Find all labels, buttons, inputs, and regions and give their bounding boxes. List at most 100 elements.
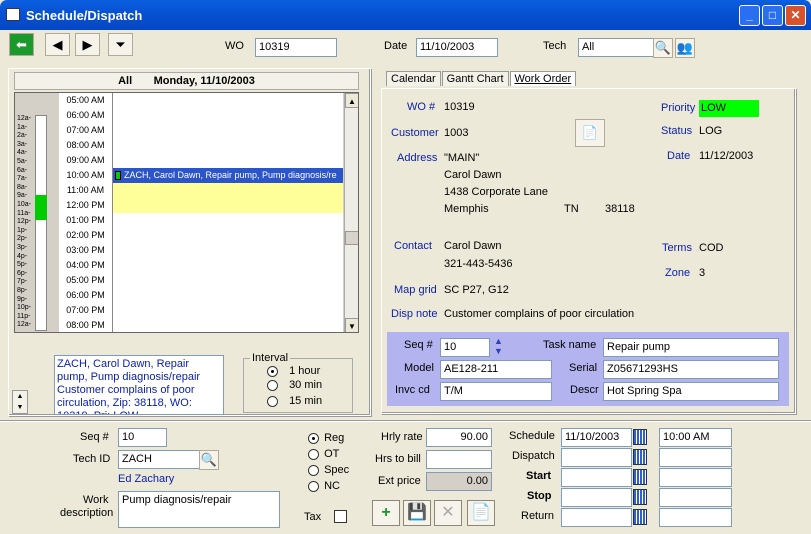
schedule-date-input[interactable]: 11/10/2003 [561, 428, 632, 447]
schedule-cell[interactable] [113, 318, 343, 332]
scroll-up-icon[interactable]: ▲ [345, 93, 358, 108]
task-seq-spinner[interactable]: ▲ ▼ [494, 336, 503, 356]
schedule-calendar-icon[interactable] [633, 429, 647, 445]
start-calendar-icon[interactable] [633, 469, 647, 485]
wo-input[interactable]: 10319 [255, 38, 337, 57]
schedule-time-input[interactable]: 10:00 AM [659, 428, 732, 447]
back-green-button[interactable]: ⬅ [9, 33, 34, 56]
schedule-row[interactable]: 07:00 AM [59, 123, 343, 138]
rate-ot[interactable]: OT [308, 448, 339, 460]
customer-label[interactable]: Customer [391, 127, 439, 139]
start-date-input[interactable] [561, 468, 632, 487]
schedule-row[interactable]: 07:00 PM [59, 303, 343, 318]
schedule-cell[interactable] [113, 123, 343, 138]
dispatch-calendar-icon[interactable] [633, 449, 647, 465]
date-input[interactable]: 11/10/2003 [416, 38, 498, 57]
descr-input[interactable]: Hot Spring Spa [603, 382, 779, 401]
hrly-rate-input[interactable]: 90.00 [426, 428, 492, 447]
schedule-row[interactable]: 03:00 PM [59, 243, 343, 258]
schedule-row[interactable]: 10:00 AM ZACH, Carol Dawn, Repair pump, P… [59, 168, 343, 183]
schedule-row[interactable]: 01:00 PM [59, 213, 343, 228]
schedule-cell[interactable] [113, 288, 343, 303]
contact-label[interactable]: Contact [394, 240, 432, 252]
techid-input[interactable]: ZACH [118, 450, 200, 469]
schedule-scrollbar[interactable]: ▲ ▼ [344, 93, 358, 332]
address-label[interactable]: Address [397, 152, 437, 164]
schedule-cell[interactable] [113, 108, 343, 123]
delete-button[interactable]: ✕ [434, 500, 462, 526]
stop-calendar-icon[interactable] [633, 489, 647, 505]
task-name-input[interactable]: Repair pump [603, 338, 779, 357]
techid-search-button[interactable]: 🔍 [199, 450, 219, 470]
tech-lookup-button[interactable]: 👥 [675, 38, 695, 58]
schedule-cell[interactable] [113, 273, 343, 288]
schedule-cell[interactable] [113, 258, 343, 273]
maximize-button[interactable]: □ [762, 5, 783, 26]
schedule-row[interactable]: 11:00 AM [59, 183, 343, 198]
rate-reg-radio[interactable] [308, 432, 319, 444]
appointment-text[interactable]: ZACH, Carol Dawn, Repair pump, Pump diag… [124, 170, 337, 180]
tab-work-order[interactable]: Work Order [509, 71, 577, 86]
customer-detail-button[interactable]: 📄 [575, 119, 605, 147]
next-button[interactable]: ▶ [75, 33, 100, 56]
rate-reg[interactable]: Reg [308, 432, 344, 444]
schedule-cell[interactable] [113, 198, 343, 213]
schedule-cell[interactable] [113, 93, 343, 108]
scroll-thumb[interactable] [345, 231, 358, 245]
model-input[interactable]: AE128-211 [440, 360, 552, 379]
previous-button[interactable]: ◀ [45, 33, 70, 56]
task-seq-input[interactable]: 10 [440, 338, 490, 357]
schedule-cell[interactable] [113, 243, 343, 258]
tab-gantt-chart[interactable]: Gantt Chart [441, 71, 509, 86]
return-calendar-icon[interactable] [633, 509, 647, 525]
schedule-row[interactable]: 08:00 AM [59, 138, 343, 153]
return-time-input[interactable] [659, 508, 732, 527]
dispatch-time-input[interactable] [659, 448, 732, 467]
scroll-down-icon[interactable]: ▼ [345, 318, 358, 332]
schedule-cell[interactable] [113, 228, 343, 243]
rate-spec-radio[interactable] [308, 464, 319, 476]
spin-control[interactable]: ▲ ▼ [12, 390, 28, 414]
invc-input[interactable]: T/M [440, 382, 552, 401]
start-time-input[interactable] [659, 468, 732, 487]
schedule-row[interactable]: 05:00 AM [59, 93, 343, 108]
stop-time-input[interactable] [659, 488, 732, 507]
return-date-input[interactable] [561, 508, 632, 527]
interval-15min[interactable]: 15 min [267, 395, 322, 407]
schedule-row[interactable]: 12:00 PM [59, 198, 343, 213]
add-button[interactable]: + [372, 500, 400, 526]
tech-input[interactable]: All [578, 38, 654, 57]
interval-15min-radio[interactable] [267, 395, 278, 407]
schedule-row[interactable]: 09:00 AM [59, 153, 343, 168]
interval-1hour-radio[interactable] [267, 365, 278, 377]
schedule-row[interactable]: 04:00 PM [59, 258, 343, 273]
notes-button[interactable]: 📄 [467, 500, 495, 526]
close-button[interactable]: ✕ [785, 5, 806, 26]
filter-button[interactable]: ⏷ [108, 33, 133, 56]
dispatch-date-input[interactable] [561, 448, 632, 467]
tax-checkbox[interactable] [334, 510, 347, 523]
save-button[interactable]: 💾 [403, 500, 431, 526]
stop-date-input[interactable] [561, 488, 632, 507]
serial-input[interactable]: Z05671293HS [603, 360, 779, 379]
rate-ot-radio[interactable] [308, 448, 319, 460]
schedule-row[interactable]: 08:00 PM [59, 318, 343, 332]
schedule-cell[interactable] [113, 153, 343, 168]
rate-spec[interactable]: Spec [308, 464, 349, 476]
interval-1hour[interactable]: 1 hour [267, 365, 320, 377]
schedule-cell[interactable] [113, 183, 343, 198]
hrs-input[interactable] [426, 450, 492, 469]
interval-30min[interactable]: 30 min [267, 379, 322, 391]
interval-30min-radio[interactable] [267, 379, 278, 391]
workdesc-input[interactable]: Pump diagnosis/repair [118, 491, 280, 528]
rate-nc[interactable]: NC [308, 480, 340, 492]
schedule-cell[interactable]: ZACH, Carol Dawn, Repair pump, Pump diag… [113, 168, 343, 183]
tech-search-button[interactable]: 🔍 [653, 38, 673, 58]
schedule-cell[interactable] [113, 138, 343, 153]
rate-nc-radio[interactable] [308, 480, 319, 492]
schedule-cell[interactable] [113, 303, 343, 318]
schedule-row[interactable]: 06:00 AM [59, 108, 343, 123]
schedule-cell[interactable] [113, 213, 343, 228]
tab-calendar[interactable]: Calendar [386, 71, 441, 86]
schedule-row[interactable]: 02:00 PM [59, 228, 343, 243]
